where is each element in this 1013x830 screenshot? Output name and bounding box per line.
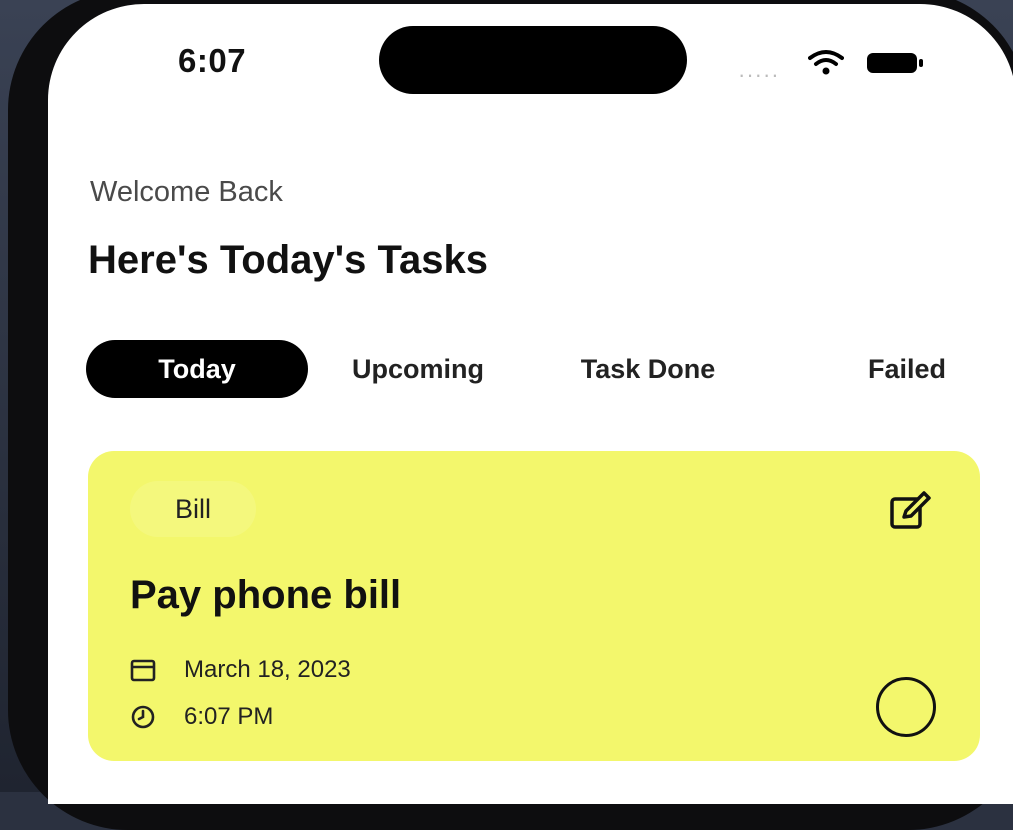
edit-icon[interactable] bbox=[888, 491, 932, 531]
complete-circle-icon[interactable] bbox=[876, 677, 936, 737]
task-date: March 18, 2023 bbox=[184, 656, 351, 683]
welcome-text: Welcome Back bbox=[90, 176, 283, 208]
task-card[interactable]: Bill Pay phone bill March 18, 2023 6:07 … bbox=[88, 451, 980, 761]
dynamic-island bbox=[379, 26, 687, 94]
tab-upcoming[interactable]: Upcoming bbox=[328, 340, 508, 398]
wifi-icon bbox=[808, 50, 844, 75]
calendar-icon bbox=[130, 659, 156, 682]
signal-icon: ····· bbox=[738, 62, 780, 87]
status-icons: ····· bbox=[738, 48, 948, 87]
battery-icon bbox=[867, 53, 923, 73]
task-time: 6:07 PM bbox=[184, 703, 274, 730]
task-tabs: Today Upcoming Task Done Failed bbox=[86, 340, 986, 400]
app-screen: 6:07 ····· Welcome Back Here's Today's T… bbox=[48, 4, 1013, 804]
task-date-row: March 18, 2023 bbox=[130, 655, 351, 685]
tab-today[interactable]: Today bbox=[86, 340, 308, 398]
tab-failed[interactable]: Failed bbox=[800, 340, 1013, 398]
tab-task-done[interactable]: Task Done bbox=[550, 340, 746, 398]
clock-icon bbox=[131, 705, 155, 729]
status-time: 6:07 bbox=[178, 42, 247, 79]
task-title: Pay phone bill bbox=[130, 573, 402, 617]
page-title: Here's Today's Tasks bbox=[88, 238, 488, 282]
task-time-row: 6:07 PM bbox=[130, 702, 273, 732]
phone-frame: 6:07 ····· Welcome Back Here's Today's T… bbox=[8, 0, 1013, 830]
task-category-tag: Bill bbox=[130, 481, 256, 537]
